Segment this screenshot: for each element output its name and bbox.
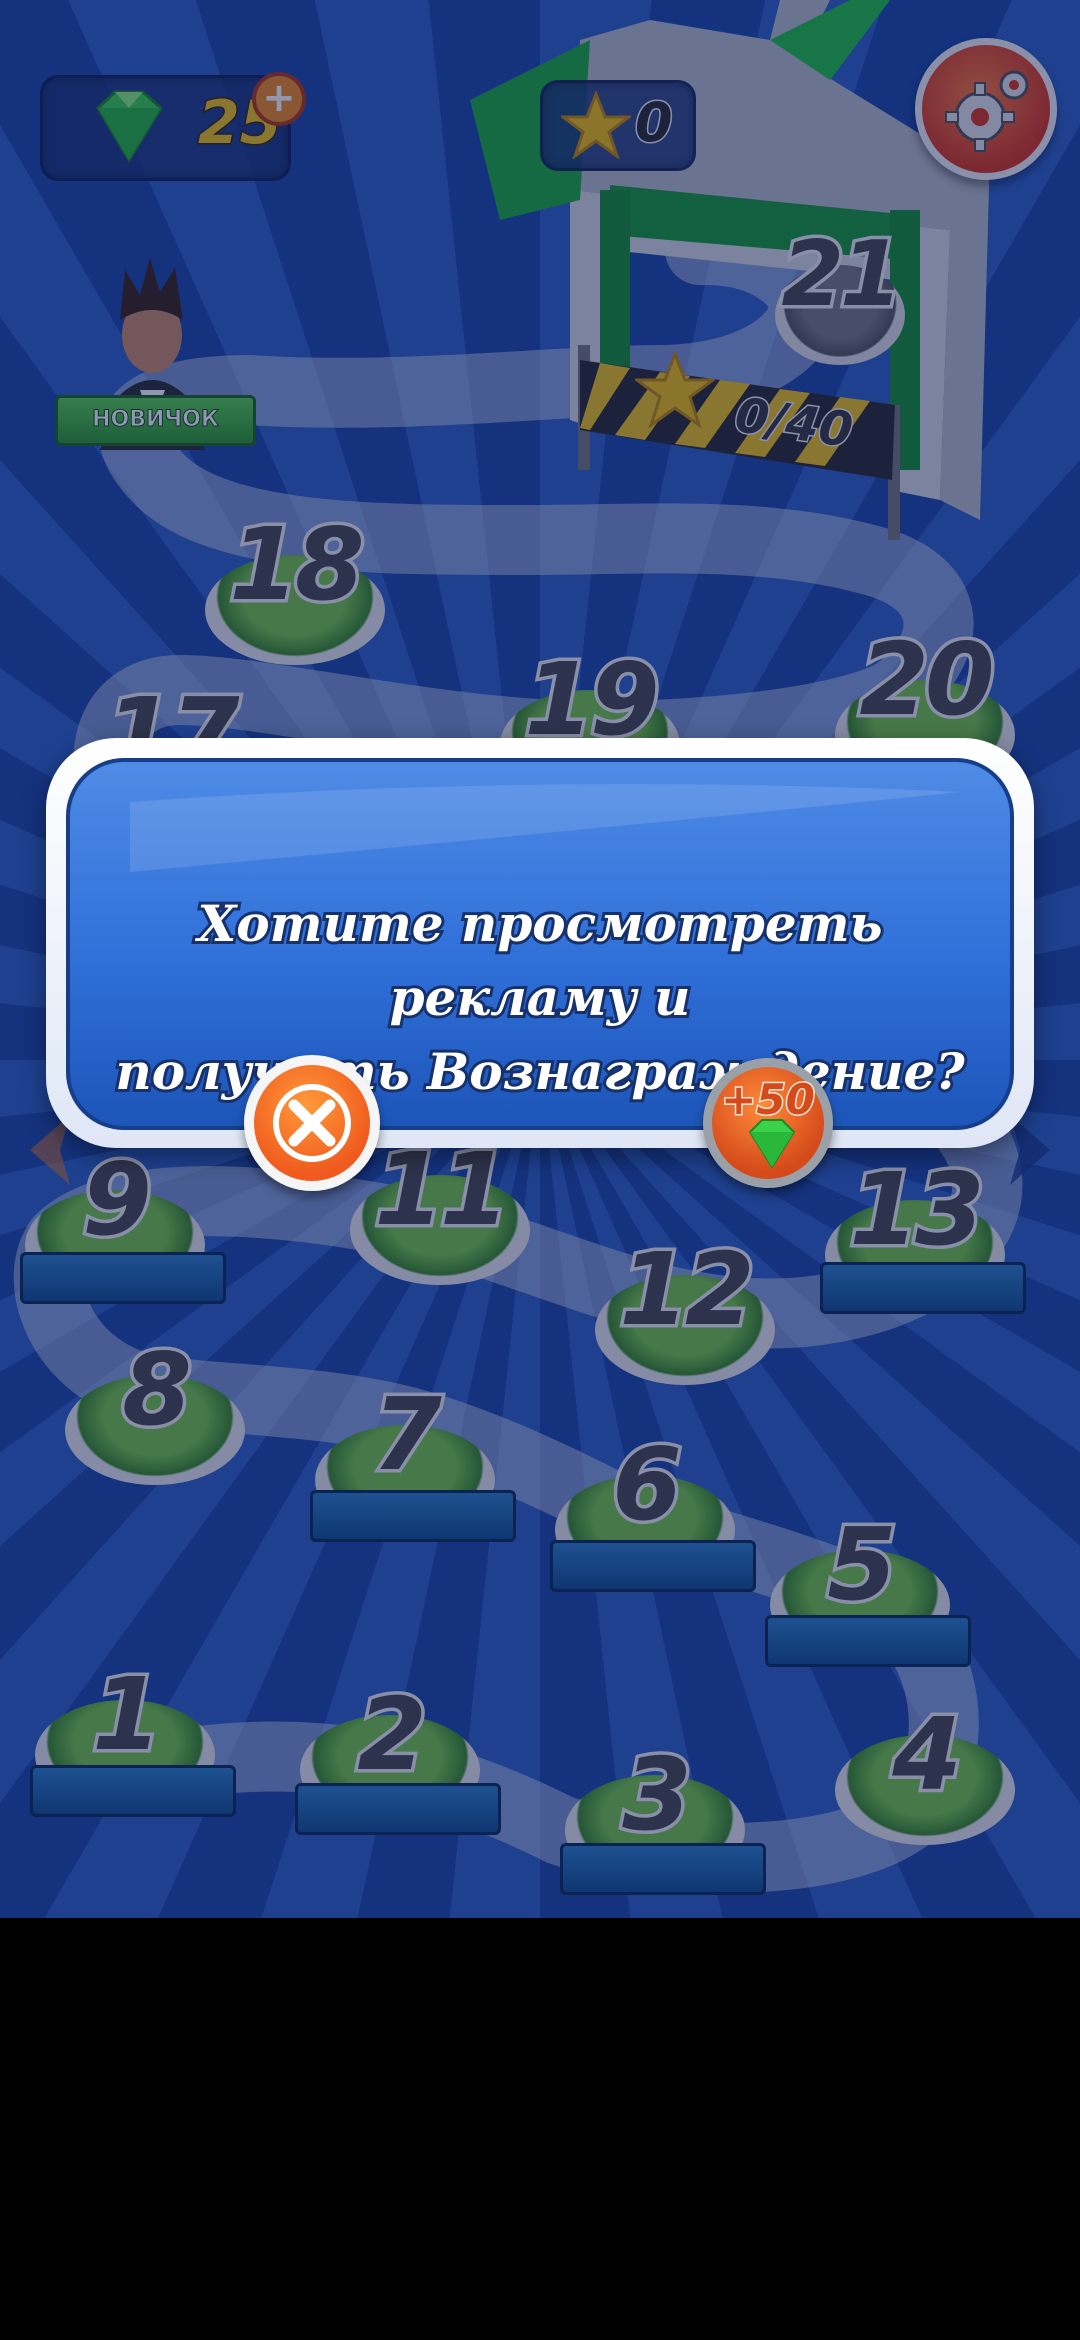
dialog-line-2: получить Вознаграждение?: [112, 1039, 967, 1104]
dialog-panel: Хотите просмотреть рекламу и получить Во…: [66, 758, 1014, 1130]
dialog-message: Хотите просмотреть рекламу и получить Во…: [110, 887, 970, 1109]
reward-dialog: Хотите просмотреть рекламу и получить Во…: [46, 738, 1034, 1148]
watch-ad-reward-button[interactable]: +50: [703, 1058, 833, 1188]
level-map: 21 0/40 25 + 0 НОВИЧОК 1 2 3 4 5 6 7 8 9…: [0, 0, 1080, 1918]
close-icon: [273, 1084, 351, 1162]
close-button[interactable]: [244, 1055, 380, 1191]
dialog-line-1: Хотите просмотреть рекламу и: [194, 891, 885, 1030]
green-gem-icon: [748, 1119, 796, 1169]
reward-amount: +50: [720, 1074, 817, 1126]
